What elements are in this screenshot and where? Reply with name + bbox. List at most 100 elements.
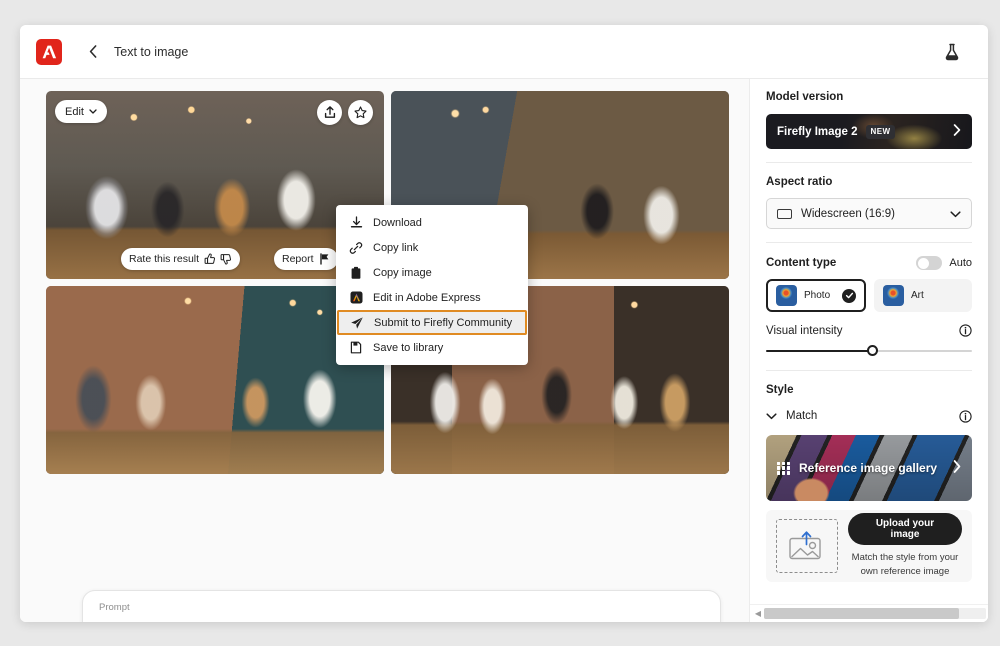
- divider: [766, 162, 972, 163]
- menu-item-label: Copy image: [373, 266, 432, 279]
- content-type-auto-toggle[interactable]: [916, 256, 943, 270]
- content-type-art[interactable]: Art: [874, 279, 972, 312]
- edit-button[interactable]: Edit: [55, 100, 107, 123]
- link-icon: [349, 241, 363, 255]
- rate-icons: [204, 253, 232, 265]
- rate-result-control[interactable]: Rate this result: [121, 248, 241, 270]
- share-context-menu: Download Copy link Copy image Edit in Ad…: [336, 205, 528, 365]
- app-header: Text to image: [20, 25, 988, 79]
- visual-intensity-header: Visual intensity: [766, 324, 972, 337]
- content-type-label: Photo: [804, 290, 831, 301]
- report-button[interactable]: Report: [274, 248, 338, 270]
- reference-image-gallery-banner[interactable]: Reference image gallery: [766, 435, 972, 501]
- clipboard-icon: [349, 266, 363, 280]
- model-version-title: Model version: [766, 91, 844, 103]
- paper-plane-icon: [350, 316, 364, 330]
- rate-result-label: Rate this result: [129, 253, 200, 265]
- page-title: Text to image: [114, 44, 189, 59]
- chevron-down-icon: [89, 109, 97, 114]
- style-match-label: Match: [786, 410, 818, 422]
- menu-item-submit-to-firefly-community[interactable]: Submit to Firefly Community: [337, 310, 527, 335]
- model-version-selector[interactable]: Firefly Image 2 NEW: [766, 114, 972, 149]
- slider-empty-track: [873, 350, 972, 352]
- photo-thumbnail-icon: [776, 285, 797, 306]
- content-type-title: Content type: [766, 257, 837, 269]
- scrollbar-track[interactable]: [764, 608, 986, 619]
- adobe-express-icon: [349, 291, 363, 305]
- slider-handle[interactable]: [866, 345, 878, 356]
- menu-item-label: Edit in Adobe Express: [373, 291, 481, 304]
- content-type-header: Content type Auto: [766, 256, 972, 270]
- prompt-input[interactable]: bar with a group of dogs hanging around …: [99, 620, 704, 622]
- menu-item-label: Save to library: [373, 341, 444, 354]
- star-icon[interactable]: [348, 100, 373, 125]
- prompt-bar: Prompt bar with a group of dogs hanging …: [82, 590, 721, 622]
- art-thumbnail-icon: [883, 285, 904, 306]
- menu-item-label: Submit to Firefly Community: [374, 316, 513, 329]
- app-body: Edit Rate this result Report Download Co…: [20, 79, 988, 622]
- auto-label: Auto: [949, 257, 972, 269]
- check-icon: [842, 288, 856, 303]
- firefly-app-window: Text to image Edit Rate this result Repo…: [20, 25, 988, 622]
- menu-item-save-to-library[interactable]: Save to library: [336, 335, 528, 360]
- chevron-down-icon: [766, 407, 777, 425]
- settings-panel-content: Model version Firefly Image 2 NEW Aspect…: [750, 79, 988, 604]
- image-upload-icon[interactable]: [776, 519, 838, 573]
- divider: [766, 242, 972, 243]
- visual-intensity-control: Visual intensity: [766, 324, 972, 357]
- generated-image-3[interactable]: [46, 286, 384, 474]
- menu-item-copy-link[interactable]: Copy link: [336, 235, 528, 260]
- menu-item-label: Copy link: [373, 241, 419, 254]
- menu-item-download[interactable]: Download: [336, 210, 528, 235]
- menu-item-label: Download: [373, 216, 422, 229]
- report-button-label: Report: [282, 253, 314, 265]
- prompt-label: Prompt: [99, 602, 130, 613]
- upload-reference-card: Upload your image Match the style from y…: [766, 510, 972, 582]
- settings-panel: Model version Firefly Image 2 NEW Aspect…: [749, 79, 988, 622]
- flask-icon[interactable]: [938, 38, 966, 66]
- style-title: Style: [766, 384, 794, 396]
- gallery-banner-label: Reference image gallery: [799, 461, 938, 475]
- generated-image-1[interactable]: Edit Rate this result Report: [46, 91, 384, 279]
- grid-icon: [777, 461, 790, 475]
- header-actions: [938, 38, 972, 66]
- aspect-ratio-select[interactable]: Widescreen (16:9): [766, 198, 972, 229]
- chevron-left-icon[interactable]: ◀: [752, 609, 764, 618]
- info-icon[interactable]: [959, 409, 972, 423]
- visual-intensity-label: Visual intensity: [766, 324, 843, 337]
- aspect-ratio-value: Widescreen (16:9): [801, 207, 895, 220]
- save-library-icon: [349, 341, 363, 355]
- content-type-label: Art: [911, 290, 924, 301]
- toggle-knob: [917, 257, 929, 269]
- divider: [766, 370, 972, 371]
- chevron-down-icon: [950, 205, 961, 223]
- info-icon[interactable]: [959, 324, 972, 337]
- menu-item-copy-image[interactable]: Copy image: [336, 260, 528, 285]
- model-version-name: Firefly Image 2: [777, 125, 858, 138]
- back-button[interactable]: [84, 43, 102, 61]
- upload-your-image-button[interactable]: Upload your image: [848, 513, 962, 546]
- content-type-photo[interactable]: Photo: [766, 279, 866, 312]
- upload-caption: Match the style from your own reference …: [851, 552, 959, 577]
- new-badge: NEW: [865, 124, 896, 139]
- style-match-row[interactable]: Match: [766, 407, 972, 425]
- upload-actions: Upload your image Match the style from y…: [848, 513, 962, 579]
- thumbs-down-icon[interactable]: [220, 253, 232, 265]
- edit-button-label: Edit: [65, 105, 84, 118]
- visual-intensity-slider[interactable]: [766, 345, 972, 357]
- aspect-ratio-title: Aspect ratio: [766, 176, 833, 188]
- slider-filled-track: [766, 350, 874, 352]
- download-icon: [349, 216, 363, 230]
- gallery-banner-content: Reference image gallery: [766, 435, 972, 501]
- panel-horizontal-scrollbar[interactable]: ◀: [750, 604, 988, 622]
- share-icon[interactable]: [317, 100, 342, 125]
- content-type-options: Photo Art: [766, 279, 972, 312]
- chevron-right-icon: [953, 124, 961, 139]
- adobe-logo[interactable]: [36, 38, 62, 65]
- scrollbar-thumb[interactable]: [764, 608, 960, 619]
- menu-item-edit-in-express[interactable]: Edit in Adobe Express: [336, 285, 528, 310]
- thumbs-up-icon[interactable]: [204, 253, 216, 265]
- image-artwork: [46, 286, 384, 474]
- chevron-right-icon: [953, 460, 961, 476]
- aspect-ratio-icon: [777, 208, 792, 219]
